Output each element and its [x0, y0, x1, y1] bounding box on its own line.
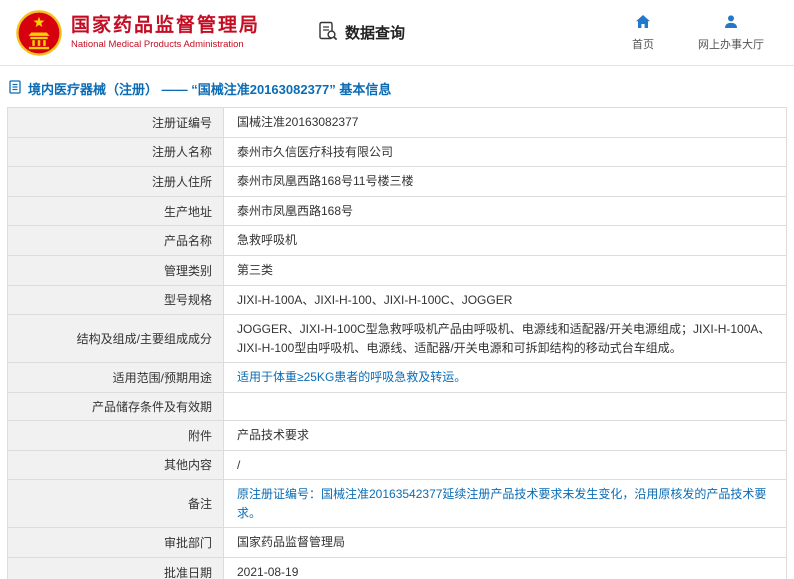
table-row: 产品储存条件及有效期	[8, 392, 787, 420]
row-label: 型号规格	[8, 285, 224, 315]
nav-hall-label: 网上办事大厅	[698, 36, 764, 52]
row-value: /	[224, 450, 787, 480]
table-row: 其他内容/	[8, 450, 787, 480]
row-label: 产品储存条件及有效期	[8, 392, 224, 420]
registration-info-table: 注册证编号国械注准20163082377注册人名称泰州市久信医疗科技有限公司注册…	[7, 107, 787, 579]
data-query-label: 数据查询	[345, 22, 405, 43]
row-value: 急救呼吸机	[224, 226, 787, 256]
row-value	[224, 392, 787, 420]
row-label: 备注	[8, 480, 224, 528]
org-name-cn: 国家药品监督管理局	[71, 15, 260, 37]
page-title: 境内医疗器械（注册） —— “国械注准20163082377” 基本信息	[28, 79, 391, 98]
org-name-en: National Medical Products Administration	[71, 39, 260, 50]
org-names: 国家药品监督管理局 National Medical Products Admi…	[71, 15, 260, 50]
row-label: 注册人名称	[8, 137, 224, 167]
data-query-tab[interactable]: 数据查询	[318, 21, 405, 45]
row-label: 结构及组成/主要组成成分	[8, 315, 224, 363]
row-value: 国械注准20163082377	[224, 108, 787, 138]
row-label: 管理类别	[8, 255, 224, 285]
user-icon	[723, 14, 739, 33]
row-label: 注册人住所	[8, 167, 224, 197]
data-query-icon	[318, 21, 338, 45]
registration-info-table-wrap: 注册证编号国械注准20163082377注册人名称泰州市久信医疗科技有限公司注册…	[0, 107, 794, 579]
row-value: 泰州市久信医疗科技有限公司	[224, 137, 787, 167]
row-value: 2021-08-19	[224, 557, 787, 579]
row-value: 国家药品监督管理局	[224, 528, 787, 558]
table-row: 批准日期2021-08-19	[8, 557, 787, 579]
row-label: 注册证编号	[8, 108, 224, 138]
row-value: JIXI-H-100A、JIXI-H-100、JIXI-H-100C、JOGGE…	[224, 285, 787, 315]
row-value: 原注册证编号：国械注准20163542377延续注册产品技术要求未发生变化，沿用…	[224, 480, 787, 528]
row-label: 适用范围/预期用途	[8, 363, 224, 393]
table-row: 注册证编号国械注准20163082377	[8, 108, 787, 138]
row-label: 其他内容	[8, 450, 224, 480]
row-label: 生产地址	[8, 196, 224, 226]
table-row: 适用范围/预期用途适用于体重≥25KG患者的呼吸急救及转运。	[8, 363, 787, 393]
site-header: 国家药品监督管理局 National Medical Products Admi…	[0, 0, 794, 66]
table-row: 注册人名称泰州市久信医疗科技有限公司	[8, 137, 787, 167]
row-label: 批准日期	[8, 557, 224, 579]
row-label: 产品名称	[8, 226, 224, 256]
row-value: 产品技术要求	[224, 420, 787, 450]
info-table-body: 注册证编号国械注准20163082377注册人名称泰州市久信医疗科技有限公司注册…	[8, 108, 787, 579]
row-label: 附件	[8, 420, 224, 450]
table-row: 产品名称急救呼吸机	[8, 226, 787, 256]
row-value: 泰州市凤凰西路168号	[224, 196, 787, 226]
page-title-bar: 境内医疗器械（注册） —— “国械注准20163082377” 基本信息	[0, 66, 794, 107]
nav-item-service-hall[interactable]: 网上办事大厅	[698, 14, 764, 52]
nav-home-label: 首页	[632, 36, 654, 52]
row-value: 适用于体重≥25KG患者的呼吸急救及转运。	[224, 363, 787, 393]
header-nav: 首页 网上办事大厅	[632, 14, 778, 52]
national-emblem-icon	[16, 10, 62, 56]
table-row: 附件产品技术要求	[8, 420, 787, 450]
table-row: 注册人住所泰州市凤凰西路168号11号楼三楼	[8, 167, 787, 197]
row-value: 泰州市凤凰西路168号11号楼三楼	[224, 167, 787, 197]
home-icon	[635, 14, 651, 33]
row-label: 审批部门	[8, 528, 224, 558]
table-row: 结构及组成/主要组成成分JOGGER、JIXI-H-100C型急救呼吸机产品由呼…	[8, 315, 787, 363]
nav-item-home[interactable]: 首页	[632, 14, 654, 52]
table-row: 管理类别第三类	[8, 255, 787, 285]
table-row: 备注原注册证编号：国械注准20163542377延续注册产品技术要求未发生变化，…	[8, 480, 787, 528]
table-row: 型号规格JIXI-H-100A、JIXI-H-100、JIXI-H-100C、J…	[8, 285, 787, 315]
table-row: 审批部门国家药品监督管理局	[8, 528, 787, 558]
row-value: 第三类	[224, 255, 787, 285]
row-value: JOGGER、JIXI-H-100C型急救呼吸机产品由呼吸机、电源线和适配器/开…	[224, 315, 787, 363]
document-icon	[8, 80, 22, 97]
table-row: 生产地址泰州市凤凰西路168号	[8, 196, 787, 226]
site-logo: 国家药品监督管理局 National Medical Products Admi…	[16, 10, 260, 56]
